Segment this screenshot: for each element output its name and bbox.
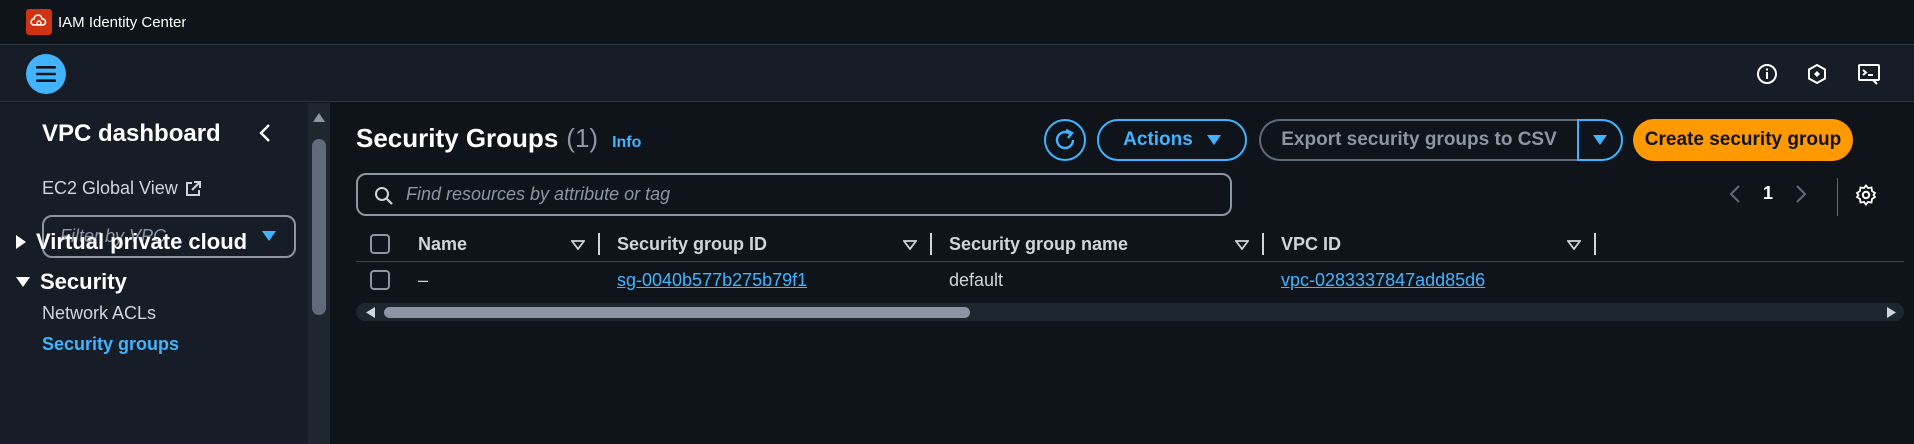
resource-count: (1) [566,123,599,153]
chevron-right-icon[interactable] [1795,184,1807,203]
identity-bar: IAM Identity Center [0,0,1914,45]
console-header [0,45,1914,102]
scroll-up-icon[interactable] [313,113,325,122]
notifications-icon[interactable] [1804,61,1830,87]
sidebar-section-virtual-private-cloud[interactable]: Virtual private cloud [16,229,247,255]
sidebar-title[interactable]: VPC dashboard [42,120,221,148]
column-resizer[interactable] [598,233,600,255]
sidebar-section-label: Security [40,269,127,294]
actions-label: Actions [1123,129,1193,150]
refresh-button[interactable] [1044,119,1086,161]
table-row[interactable]: – sg-0040b577b275b79f1 default vpc-02833… [356,262,1904,298]
sort-icon[interactable] [1567,240,1581,250]
main-content: Security Groups (1) Info Actions Export … [331,103,1914,444]
sidebar-item-network-acls[interactable]: Network ACLs [42,303,156,324]
menu-toggle-button[interactable] [26,54,66,94]
scroll-right-icon[interactable] [1887,307,1896,318]
aws-cloud-logo-icon [26,9,52,35]
caret-down-icon [1593,135,1607,145]
row-checkbox[interactable] [370,262,390,298]
page-title: Security Groups (1) Info [356,123,641,154]
sidebar-collapse-button[interactable] [254,121,278,145]
cell-security-group-id-link[interactable]: sg-0040b577b275b79f1 [617,262,807,298]
column-header-security-group-name[interactable]: Security group name [949,226,1128,262]
cell-name: – [418,269,429,290]
sidebar: VPC dashboard EC2 Global View Filter by … [0,103,330,444]
page-number[interactable]: 1 [1763,183,1773,204]
pager-divider [1837,178,1838,216]
column-header-name[interactable]: Name [418,226,467,262]
export-dropdown-button[interactable] [1577,119,1623,161]
gear-icon[interactable] [1855,184,1877,206]
column-resizer[interactable] [930,233,932,255]
column-resizer[interactable] [1262,233,1264,255]
cell-security-group-name: default [949,269,1004,290]
hamburger-menu-icon [36,66,56,82]
caret-down-icon [262,231,276,241]
table-header: Name Security group ID Security group na… [356,226,1904,262]
sidebar-section-security[interactable]: Security [16,269,127,295]
chevron-left-icon[interactable] [1729,184,1741,203]
search-placeholder: Find resources by attribute or tag [406,184,671,204]
export-csv-button[interactable]: Export security groups to CSV [1259,119,1577,161]
sort-icon[interactable] [903,240,917,250]
select-all-checkbox[interactable] [370,226,390,262]
caret-right-icon [16,235,26,249]
info-circle-icon[interactable] [1754,61,1780,87]
refresh-icon [1055,128,1075,150]
page-title-text: Security Groups [356,123,559,153]
sidebar-scrollbar-thumb[interactable] [312,139,326,315]
caret-down-icon [16,277,30,287]
table-horizontal-scrollbar[interactable] [356,303,1904,321]
cloudshell-icon[interactable] [1856,61,1882,87]
sidebar-item-security-groups[interactable]: Security groups [42,334,179,355]
actions-button[interactable]: Actions [1097,119,1247,161]
security-groups-table: Name Security group ID Security group na… [356,226,1904,321]
identity-center-title[interactable]: IAM Identity Center [58,14,186,31]
chevron-left-icon [259,124,270,142]
external-link-icon [185,180,201,196]
sidebar-scrollbar[interactable] [308,103,330,444]
sort-icon[interactable] [1235,240,1249,250]
column-header-security-group-id[interactable]: Security group ID [617,226,767,262]
sidebar-item-ec2-global-view[interactable]: EC2 Global View [42,178,202,199]
search-icon [375,187,393,205]
info-link[interactable]: Info [612,134,641,152]
sidebar-section-label: Virtual private cloud [36,229,248,254]
sort-icon[interactable] [571,240,585,250]
table-scrollbar-thumb[interactable] [384,307,970,318]
cell-vpc-id-link[interactable]: vpc-0283337847add85d6 [1281,262,1485,298]
caret-down-icon [1206,135,1221,145]
scroll-left-icon[interactable] [366,307,375,318]
column-header-vpc-id[interactable]: VPC ID [1281,226,1341,262]
column-resizer[interactable] [1594,233,1596,255]
pagination: 1 [1729,183,1807,204]
search-input[interactable]: Find resources by attribute or tag [356,173,1232,216]
sidebar-item-label: EC2 Global View [42,178,178,198]
create-security-group-button[interactable]: Create security group [1633,119,1853,161]
